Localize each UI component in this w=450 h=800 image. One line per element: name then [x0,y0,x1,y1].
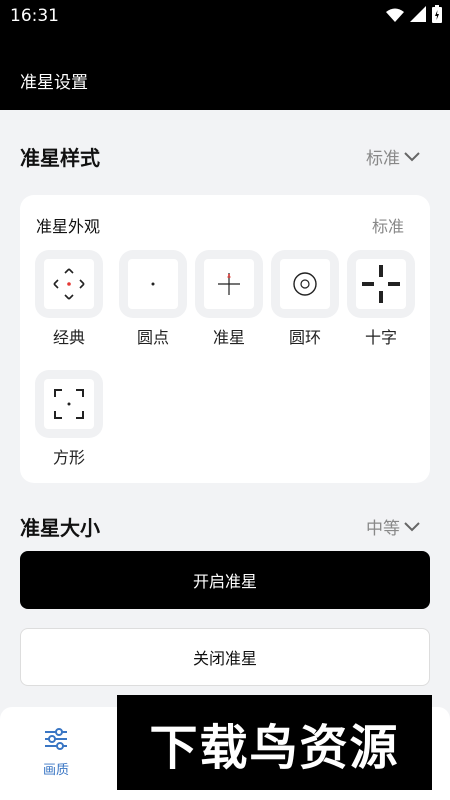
disable-crosshair-label: 关闭准星 [192,649,257,668]
style-option-dot[interactable]: 圆点 [119,250,187,348]
style-option-label: 经典 [52,328,85,347]
chevron-down-icon [404,517,420,537]
style-option-label: 圆环 [288,328,321,347]
chevron-down-icon [404,147,420,167]
crosshair-style-header: 准星样式 标准 [20,142,430,172]
nav-item-quality[interactable]: 画质 [30,727,82,778]
watermark: 下载鸟资源 [117,695,432,790]
crosshair-style-dropdown[interactable]: 标准 [366,144,420,169]
style-option-label: 准星 [212,328,245,347]
appearance-value: 标准 [371,217,404,236]
sliders-icon [43,728,69,755]
style-option-plus[interactable]: 十字 [347,250,415,348]
crosshair-size-label: 准星大小 [20,516,100,540]
style-option-label: 方形 [52,448,85,467]
page-title: 准星设置 [20,73,88,93]
enable-crosshair-label: 开启准星 [192,572,257,591]
dot-tile [119,250,187,318]
style-option-label: 十字 [364,328,397,347]
signal-icon [410,6,426,26]
nav-item-label: 画质 [42,763,69,778]
app-bar: 准星设置 [0,32,450,110]
enable-crosshair-button[interactable]: 开启准星 [20,551,430,609]
classic-tile [35,250,103,318]
wifi-icon [386,7,404,26]
ring-tile [271,250,339,318]
appearance-card: 准星外观 标准 经典 圆点 准星 圆环 十字 方形 [20,195,430,483]
style-option-cross[interactable]: 准星 [195,250,263,348]
crosshair-size-value: 中等 [366,519,400,539]
crosshair-size-header: 准星大小 中等 [20,512,430,542]
status-bar: 16:31 [0,0,450,32]
battery-icon [432,5,442,27]
crosshair-style-label: 准星样式 [20,146,100,170]
crosshair-style-value: 标准 [366,149,400,169]
square-tile [35,370,103,438]
status-time: 16:31 [10,6,59,26]
style-option-square[interactable]: 方形 [35,370,103,468]
appearance-title: 准星外观 [36,217,101,236]
watermark-text: 下载鸟资源 [149,719,400,776]
style-option-classic[interactable]: 经典 [35,250,103,348]
status-icons [386,5,442,27]
crosshair-size-dropdown[interactable]: 中等 [366,514,420,539]
style-option-label: 圆点 [136,328,169,347]
cross-tile [195,250,263,318]
plus-tile [347,250,415,318]
disable-crosshair-button[interactable]: 关闭准星 [20,628,430,686]
style-option-ring[interactable]: 圆环 [271,250,339,348]
